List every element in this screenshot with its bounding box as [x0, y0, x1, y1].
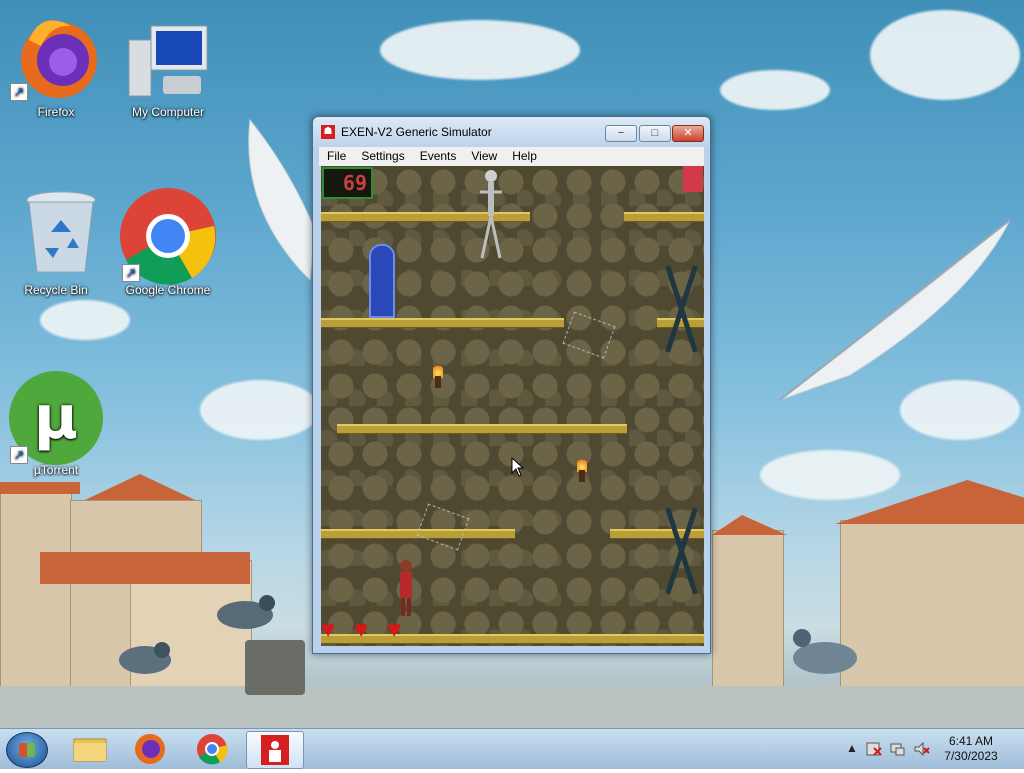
- minimize-button[interactable]: −: [605, 125, 637, 142]
- taskbar-item-exen-simulator[interactable]: [246, 731, 304, 769]
- player-character: [400, 560, 412, 616]
- shortcut-arrow-icon: ↗: [10, 83, 28, 101]
- desktop-icon-firefox[interactable]: ↗ Firefox: [6, 10, 106, 119]
- platform: [337, 424, 627, 434]
- desktop-icon-google-chrome[interactable]: ↗ Google Chrome: [118, 188, 218, 297]
- pigeon-illustration: [793, 629, 857, 674]
- game-screen[interactable]: 69 ♥ ♥ ♥: [321, 166, 704, 646]
- roof: [40, 552, 250, 584]
- building: [712, 530, 784, 692]
- spider-web: [562, 311, 616, 359]
- crate: [245, 640, 305, 695]
- blue-door: [369, 244, 395, 318]
- platform-floor: [321, 634, 704, 644]
- roof: [712, 515, 787, 535]
- system-clock[interactable]: 6:41 AM 7/30/2023: [932, 734, 1010, 764]
- desktop-icon-label: My Computer: [131, 105, 205, 119]
- action-center-icon[interactable]: [866, 741, 882, 757]
- network-icon[interactable]: [890, 741, 906, 757]
- platform: [321, 318, 564, 328]
- taskbar-item-explorer[interactable]: [62, 731, 118, 767]
- window-title: EXEN-V2 Generic Simulator: [341, 125, 492, 139]
- platform: [624, 212, 704, 222]
- recycle-bin-icon: [26, 191, 96, 273]
- windows-logo-icon: [19, 743, 35, 757]
- desktop-icon-label: Recycle Bin: [24, 283, 88, 297]
- menu-view[interactable]: View: [463, 147, 504, 163]
- exen-simulator-icon: [261, 735, 289, 765]
- torch: [575, 456, 589, 482]
- my-computer-icon: [128, 25, 208, 97]
- cloud: [720, 70, 830, 110]
- taskbar-item-chrome[interactable]: [184, 731, 240, 767]
- taskbar: ▲ 6:41 AM 7/30/2023: [0, 728, 1024, 769]
- mouse-cursor-icon: [511, 457, 525, 477]
- chrome-icon: [197, 734, 228, 765]
- feather-illustration-left: [248, 118, 316, 282]
- life-heart-icon: ♥: [354, 616, 369, 643]
- menu-file[interactable]: File: [319, 147, 353, 163]
- shortcut-arrow-icon: ↗: [122, 264, 140, 282]
- folder-icon: [73, 738, 107, 762]
- desktop-icon-my-computer[interactable]: My Computer: [118, 10, 218, 119]
- pigeon-illustration: [119, 642, 171, 674]
- app-icon: ☗: [321, 125, 335, 139]
- clock-date: 7/30/2023: [944, 749, 998, 763]
- skeleton-enemy: [480, 170, 502, 259]
- shortcut-arrow-icon: ↗: [10, 446, 28, 464]
- menu-events[interactable]: Events: [412, 147, 464, 163]
- crossed-poles: [661, 264, 701, 354]
- building: [0, 490, 72, 692]
- cloud: [200, 380, 320, 440]
- red-item: [683, 166, 703, 192]
- pigeon-illustration: [217, 595, 275, 629]
- simulator-window[interactable]: ☗ EXEN-V2 Generic Simulator − □ ✕ File Se…: [312, 116, 711, 654]
- ground: [0, 686, 1024, 728]
- roof: [0, 482, 80, 494]
- crossed-poles: [661, 506, 701, 596]
- show-hidden-icons-button[interactable]: ▲: [846, 741, 858, 755]
- desktop-icon-label: Firefox: [37, 105, 75, 119]
- taskbar-item-firefox[interactable]: [122, 731, 178, 767]
- score-display: 69: [322, 167, 373, 199]
- roof: [85, 474, 195, 500]
- svg-text:µ: µ: [34, 383, 78, 453]
- title-bar[interactable]: ☗ EXEN-V2 Generic Simulator − □ ✕: [313, 117, 710, 147]
- menu-settings[interactable]: Settings: [353, 147, 411, 163]
- life-heart-icon: ♥: [387, 616, 402, 643]
- cloud: [40, 300, 130, 340]
- firefox-icon: [135, 734, 165, 764]
- feather-illustration: [779, 219, 1011, 401]
- desktop-icon-recycle-bin[interactable]: Recycle Bin: [6, 188, 106, 297]
- close-button[interactable]: ✕: [672, 125, 704, 142]
- menu-help[interactable]: Help: [504, 147, 544, 163]
- desktop-icon-utorrent[interactable]: µ ↗ µTorrent: [6, 370, 106, 477]
- maximize-button[interactable]: □: [639, 125, 671, 142]
- volume-muted-icon[interactable]: [914, 741, 930, 757]
- menu-bar: File Settings Events View Help: [319, 147, 704, 166]
- torch: [431, 362, 445, 388]
- cloud: [380, 20, 580, 80]
- cloud: [870, 10, 1020, 100]
- life-heart-icon: ♥: [321, 616, 336, 643]
- spider-web: [416, 503, 470, 551]
- clock-time: 6:41 AM: [948, 734, 994, 748]
- cloud: [760, 450, 900, 500]
- desktop-icon-label: Google Chrome: [125, 283, 211, 297]
- start-button[interactable]: [6, 732, 48, 768]
